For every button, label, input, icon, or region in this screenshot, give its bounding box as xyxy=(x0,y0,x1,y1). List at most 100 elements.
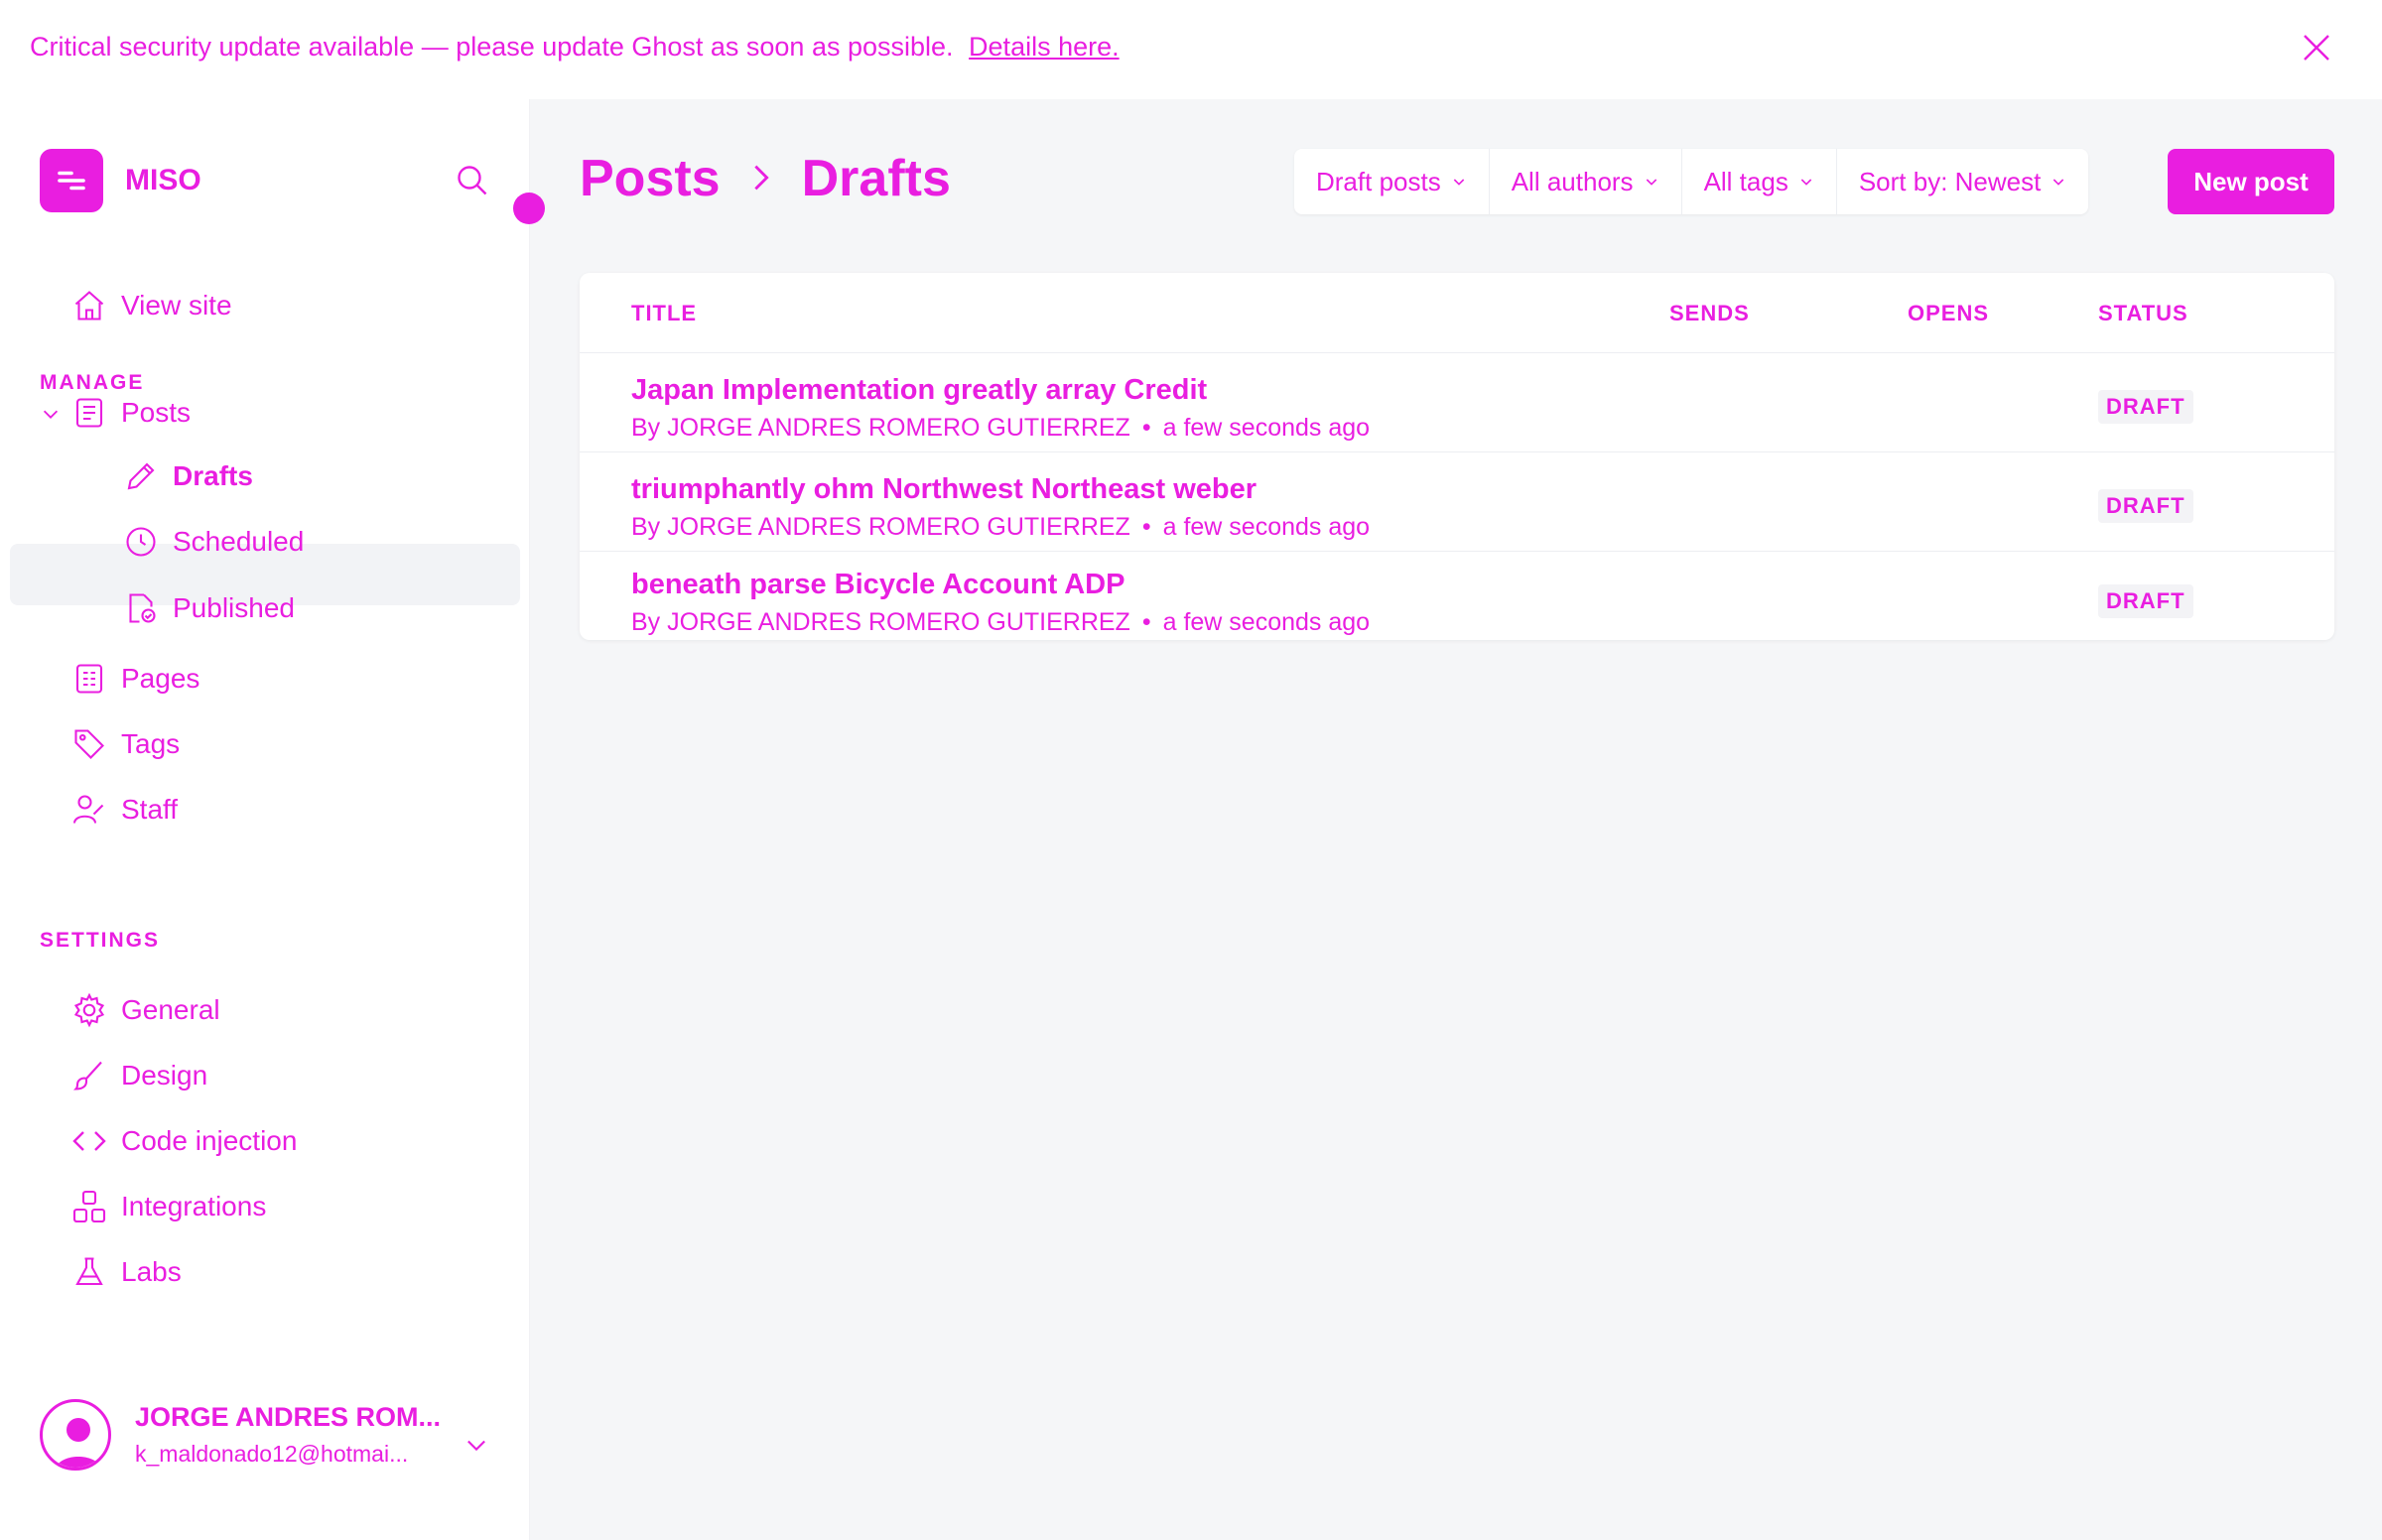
code-icon xyxy=(71,1123,107,1159)
status-badge: DRAFT xyxy=(2098,584,2193,618)
banner-text: Critical security update available — ple… xyxy=(30,32,1120,63)
status-badge: DRAFT xyxy=(2098,489,2193,523)
user-menu[interactable]: JORGE ANDRES ROM... k_maldonado12@hotmai… xyxy=(40,1399,463,1471)
breadcrumb-posts[interactable]: Posts xyxy=(580,149,721,208)
post-title: Japan Implementation greatly array Credi… xyxy=(631,374,1208,406)
post-title: triumphantly ohm Northwest Northeast web… xyxy=(631,473,1257,505)
chevron-down-icon[interactable] xyxy=(40,403,62,425)
sidebar-item-tags[interactable]: Tags xyxy=(71,726,180,762)
pencil-icon xyxy=(123,458,159,494)
close-icon[interactable] xyxy=(2299,30,2334,65)
chevron-down-icon xyxy=(1800,179,1812,186)
sidebar-item-general[interactable]: General xyxy=(71,992,220,1028)
post-time: a few seconds ago xyxy=(1162,414,1371,442)
sidebar-item-posts[interactable]: Posts xyxy=(71,395,191,431)
filter-label: All authors xyxy=(1511,166,1634,196)
sidebar-item-label: Scheduled xyxy=(173,526,305,557)
sidebar-item-label: Posts xyxy=(121,397,192,428)
chevron-right-icon xyxy=(744,152,778,206)
sidebar-item-drafts[interactable]: Drafts xyxy=(123,458,253,494)
site-brand[interactable]: MISO xyxy=(40,149,201,212)
search-icon[interactable] xyxy=(455,163,490,198)
sidebar-item-design[interactable]: Design xyxy=(71,1058,207,1093)
sidebar-item-label: Design xyxy=(121,1060,208,1091)
post-time: a few seconds ago xyxy=(1162,513,1371,541)
staff-icon xyxy=(71,792,107,828)
tag-icon xyxy=(71,726,107,762)
sidebar-item-label: Staff xyxy=(121,794,179,825)
column-header-sends: SENDS xyxy=(1669,301,1750,325)
column-header-title: TITLE xyxy=(631,301,698,325)
banner-details-link[interactable]: Details here. xyxy=(969,32,1120,62)
page-title: Drafts xyxy=(801,150,951,207)
sidebar-item-integrations[interactable]: Integrations xyxy=(71,1189,266,1224)
integrations-icon xyxy=(71,1189,107,1224)
status-badge: DRAFT xyxy=(2098,390,2193,424)
author-filter-dropdown[interactable]: All authors xyxy=(1490,149,1682,214)
view-site-link[interactable]: View site xyxy=(71,288,232,323)
sidebar-item-labs[interactable]: Labs xyxy=(71,1254,182,1290)
post-author: By JORGE ANDRES ROMERO GUTIERREZ xyxy=(631,513,1130,541)
table-row[interactable]: triumphantly ohm Northwest Northeast web… xyxy=(580,451,2334,551)
brush-icon xyxy=(71,1058,107,1093)
settings-heading: SETTINGS xyxy=(40,929,161,952)
post-time: a few seconds ago xyxy=(1162,608,1371,636)
type-filter-dropdown[interactable]: Draft posts xyxy=(1294,149,1490,214)
sidebar-item-label: Labs xyxy=(121,1256,182,1287)
user-info: JORGE ANDRES ROM... k_maldonado12@hotmai… xyxy=(135,1402,463,1468)
filter-label: All tags xyxy=(1703,166,1788,196)
flask-icon xyxy=(71,1254,107,1290)
filter-label: Draft posts xyxy=(1316,166,1441,196)
chevron-down-icon[interactable] xyxy=(463,1431,490,1459)
sidebar-item-scheduled[interactable]: Scheduled xyxy=(123,524,304,560)
column-header-opens: OPENS xyxy=(1908,301,1990,325)
sidebar-item-staff[interactable]: Staff xyxy=(71,792,178,828)
published-icon xyxy=(123,590,159,626)
sidebar-item-label: Tags xyxy=(121,728,181,759)
notification-dot xyxy=(513,192,545,224)
chevron-down-icon xyxy=(2053,179,2064,186)
table-row[interactable]: beneath parse Bicycle Account ADP By JOR… xyxy=(580,551,2334,640)
view-site-label: View site xyxy=(121,290,232,321)
sidebar-item-label: General xyxy=(121,994,220,1025)
chevron-down-icon xyxy=(1646,179,1656,186)
sidebar-item-label: Drafts xyxy=(173,460,253,491)
site-logo-icon xyxy=(40,149,103,212)
filter-label: Sort by: Newest xyxy=(1858,166,2042,196)
post-author: By JORGE ANDRES ROMERO GUTIERREZ xyxy=(631,414,1130,442)
sidebar-item-label: Published xyxy=(173,592,295,623)
sidebar-item-label: Code injection xyxy=(121,1125,298,1156)
security-banner: Critical security update available — ple… xyxy=(0,0,2382,99)
manage-heading: MANAGE xyxy=(40,371,145,394)
post-meta: By JORGE ANDRES ROMERO GUTIERREZ • a few s… xyxy=(631,608,1371,636)
post-meta: By JORGE ANDRES ROMERO GUTIERREZ • a few s… xyxy=(631,414,1371,442)
main-content: Posts Drafts Draft posts All authors All… xyxy=(530,99,2382,1540)
sidebar: MISO View site MANAGE Posts Drafts Sched… xyxy=(0,99,530,1540)
sidebar-item-code-injection[interactable]: Code injection xyxy=(71,1123,297,1159)
sidebar-item-label: Integrations xyxy=(121,1191,267,1221)
banner-message: Critical security update available — ple… xyxy=(30,32,954,62)
table-row[interactable]: Japan Implementation greatly array Credi… xyxy=(580,352,2334,451)
user-name: JORGE ANDRES ROM... xyxy=(135,1402,442,1432)
chevron-down-icon xyxy=(1453,179,1464,186)
user-email: k_maldonado12@hotmai... xyxy=(135,1441,409,1467)
sidebar-item-pages[interactable]: Pages xyxy=(71,661,199,697)
sort-dropdown[interactable]: Sort by: Newest xyxy=(1837,149,2089,214)
post-meta: By JORGE ANDRES ROMERO GUTIERREZ • a few s… xyxy=(631,513,1371,541)
home-icon xyxy=(71,288,107,323)
new-post-button[interactable]: New post xyxy=(2168,149,2334,214)
sidebar-item-published[interactable]: Published xyxy=(123,590,295,626)
clock-icon xyxy=(123,524,159,560)
gear-icon xyxy=(71,992,107,1028)
sidebar-item-label: Pages xyxy=(121,663,200,694)
posts-table: TITLE SENDS OPENS STATUS Japan Implement… xyxy=(580,273,2334,640)
post-author: By JORGE ANDRES ROMERO GUTIERREZ xyxy=(631,608,1130,636)
avatar xyxy=(40,1399,111,1471)
tag-filter-dropdown[interactable]: All tags xyxy=(1682,149,1837,214)
pages-icon xyxy=(71,661,107,697)
column-header-status: STATUS xyxy=(2098,301,2188,325)
posts-icon xyxy=(71,395,107,431)
breadcrumb: Posts Drafts xyxy=(580,149,951,208)
filter-bar: Draft posts All authors All tags Sort by… xyxy=(1294,149,2089,214)
post-title: beneath parse Bicycle Account ADP xyxy=(631,569,1125,600)
